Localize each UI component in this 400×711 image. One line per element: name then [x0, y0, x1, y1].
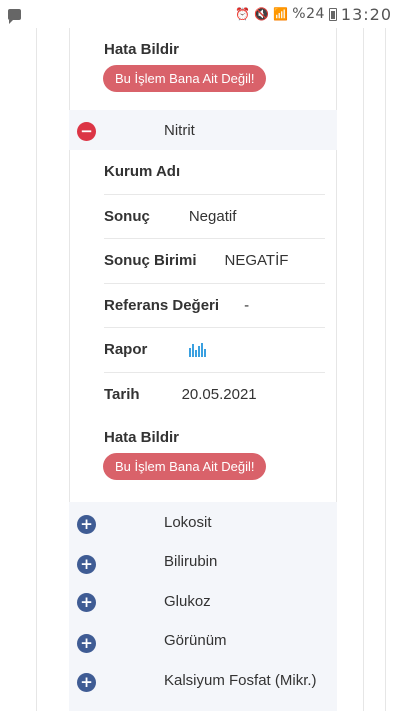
tarih-label: Tarih: [104, 386, 140, 404]
expand-icon[interactable]: +: [77, 515, 96, 534]
expand-icon[interactable]: +: [77, 673, 96, 692]
kurum-label: Kurum Adı: [104, 163, 181, 181]
section-header-nitrit[interactable]: − Nitrit: [69, 110, 337, 150]
sonuc-label: Sonuç: [104, 207, 150, 225]
message-notification-icon: [8, 8, 21, 24]
expand-icon[interactable]: +: [77, 634, 96, 653]
section-title: Lokosit: [164, 513, 212, 531]
tarih-value: 20.05.2021: [181, 386, 257, 404]
report-error-title: Hata Bildir: [104, 41, 180, 58]
expand-icon[interactable]: +: [77, 593, 96, 612]
collapsed-sections-list: + Lokosit + Bilirubin + Glukoz + Görünüm…: [69, 502, 337, 711]
mute-icon: 🔇: [254, 7, 270, 21]
section-header-lokosit[interactable]: + Lokosit: [69, 502, 337, 542]
detail-row-sonuc: Sonuç Negatif: [104, 195, 325, 239]
section-title: Bilirubin: [164, 553, 218, 570]
section-title: Kalsiyum Fosfat (Mikr.): [164, 671, 317, 689]
detail-row-birim: Sonuç Birimi NEGATİF: [104, 239, 325, 284]
section-title: Glukoz: [164, 592, 211, 610]
clock: 13:20: [340, 4, 392, 24]
bar-chart-icon[interactable]: [189, 342, 207, 357]
referans-value: -: [244, 296, 250, 314]
status-bar: ⏰ 🔇 📶 %24 13:20: [0, 0, 400, 28]
section-header-gorunum[interactable]: + Görünüm: [69, 621, 337, 660]
section-title: Görünüm: [164, 632, 227, 649]
detail-row-referans: Referans Değeri -: [104, 284, 325, 328]
frame-border: [385, 28, 386, 711]
birim-label: Sonuç Birimi: [104, 252, 197, 270]
section-header-glukoz[interactable]: + Glukoz: [69, 581, 337, 621]
not-mine-button[interactable]: Bu İşlem Bana Ait Değil!: [103, 65, 267, 92]
wifi-icon: 📶: [273, 7, 289, 21]
battery-percentage: %24: [292, 6, 325, 22]
section-title: Nitrit: [164, 121, 195, 139]
previous-item-detail: Hata Bildir Bu İşlem Bana Ait Değil!: [69, 28, 337, 110]
referans-label: Referans Değeri: [104, 296, 220, 314]
section-header-kalsiyum-fosfat[interactable]: + Kalsiyum Fosfat (Mikr.): [69, 660, 337, 700]
expand-icon[interactable]: +: [77, 555, 96, 574]
rapor-label: Rapor: [104, 341, 148, 359]
detail-row-tarih: Tarih 20.05.2021: [104, 373, 325, 418]
alarm-icon: ⏰: [235, 7, 251, 21]
frame-border: [363, 28, 364, 711]
detail-row-kurum: Kurum Adı: [104, 150, 325, 195]
sonuc-value: Negatif: [188, 207, 237, 225]
collapse-icon[interactable]: −: [77, 122, 96, 141]
detail-row-rapor: Rapor: [104, 328, 325, 373]
not-mine-button[interactable]: Bu İşlem Bana Ait Değil!: [103, 453, 267, 480]
report-error-title: Hata Bildir: [104, 429, 180, 446]
nitrit-detail: Kurum Adı Sonuç Negatif Sonuç Birimi NEG…: [69, 150, 337, 500]
section-header-bilirubin[interactable]: + Bilirubin: [69, 542, 337, 581]
birim-value: NEGATİF: [224, 252, 289, 270]
battery-icon: [328, 7, 337, 21]
